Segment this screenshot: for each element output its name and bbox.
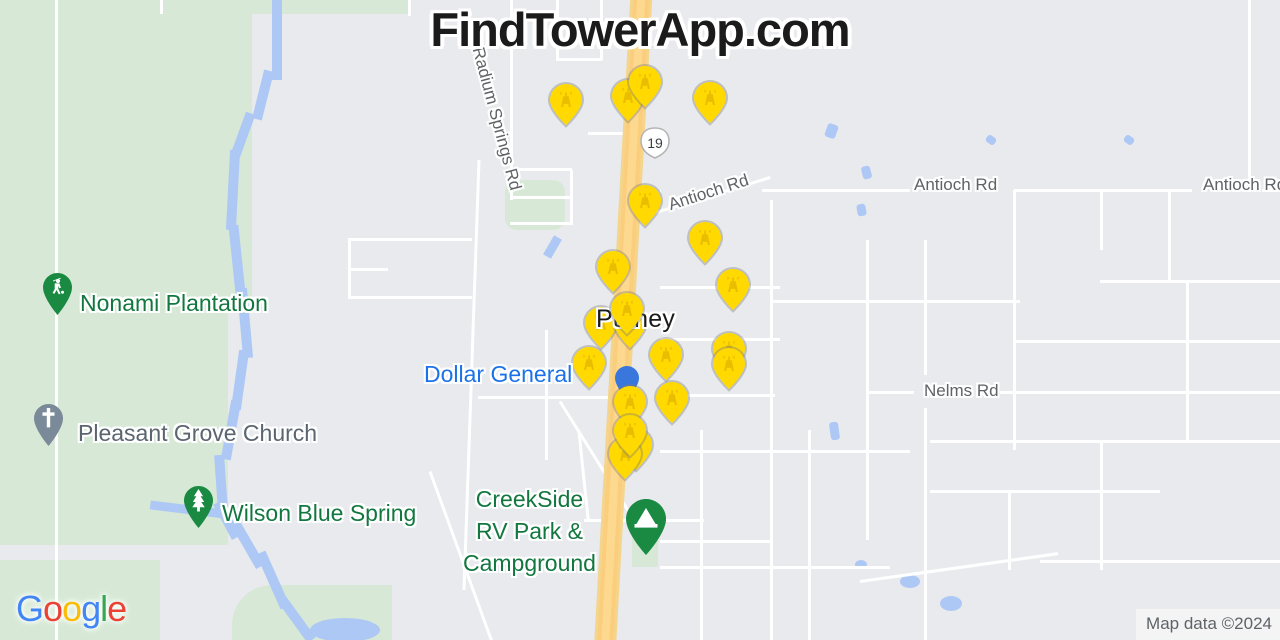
road-horizontal-north-5 bbox=[510, 196, 572, 199]
road-vertical-east-1 bbox=[770, 200, 773, 640]
road-east-vert-s1 bbox=[1008, 490, 1011, 570]
park-icon[interactable] bbox=[183, 485, 214, 529]
cell-tower-marker[interactable] bbox=[685, 219, 725, 266]
cell-tower-marker[interactable] bbox=[646, 336, 686, 383]
water-dot-6 bbox=[828, 421, 841, 441]
water-dot-2 bbox=[860, 165, 873, 180]
road-label-antioch-rd-east: Antioch Rd bbox=[1203, 175, 1280, 194]
road-vertical-east-5 bbox=[1013, 190, 1016, 450]
road-vertical-east-2 bbox=[866, 240, 869, 540]
road-horizontal-north-6 bbox=[510, 222, 572, 225]
river-segment-2 bbox=[252, 69, 274, 121]
google-logo[interactable]: Google bbox=[16, 588, 127, 630]
road-horizontal-north-2 bbox=[348, 268, 388, 271]
road-vertical-east-4 bbox=[924, 408, 927, 640]
road-label-antioch-rd-center: Antioch Rd bbox=[914, 175, 998, 194]
cell-tower-marker[interactable] bbox=[610, 412, 650, 459]
road-horizontal-mid-2 bbox=[770, 300, 1020, 303]
road-horizontal-antioch-2 bbox=[762, 189, 910, 192]
cell-tower-marker[interactable] bbox=[625, 182, 665, 229]
campground-icon[interactable] bbox=[625, 498, 667, 556]
poi-label-wilson-blue-spring[interactable]: Wilson Blue Spring bbox=[222, 500, 416, 527]
water-dot-5 bbox=[856, 203, 867, 217]
highway-shield-19: 19 bbox=[638, 126, 672, 165]
road-vertical-east-6 bbox=[1100, 190, 1103, 250]
water-dot-3 bbox=[984, 133, 998, 147]
cell-tower-marker[interactable] bbox=[625, 63, 665, 110]
poi-label-pleasant-grove-church[interactable]: Pleasant Grove Church bbox=[78, 420, 317, 447]
water-creek-north-center bbox=[543, 235, 562, 259]
road-horizontal-nelms-1 bbox=[866, 391, 914, 394]
road-horizontal-nelms-2 bbox=[1000, 391, 1280, 394]
google-logo-letter-g1: G bbox=[16, 588, 44, 629]
cell-tower-marker[interactable] bbox=[569, 344, 609, 391]
poi-label-nonami-plantation[interactable]: Nonami Plantation bbox=[80, 290, 268, 317]
road-vertical-east-8 bbox=[700, 430, 703, 640]
cell-tower-marker[interactable] bbox=[709, 345, 749, 392]
road-horizontal-south-2 bbox=[660, 566, 890, 569]
cell-tower-marker[interactable] bbox=[607, 290, 647, 337]
cell-tower-marker[interactable] bbox=[546, 81, 586, 128]
cell-tower-marker[interactable] bbox=[652, 379, 692, 426]
water-dot-4 bbox=[1122, 133, 1136, 147]
water-dot-8 bbox=[940, 596, 962, 611]
road-vertical-east-3 bbox=[924, 240, 927, 375]
road-horizontal-antioch-3 bbox=[1014, 189, 1192, 192]
cell-tower-marker[interactable] bbox=[593, 248, 633, 295]
map-canvas[interactable]: 19 FindTowerApp.com Radium Springs Rd An… bbox=[0, 0, 1280, 640]
google-logo-letter-e: e bbox=[107, 588, 127, 629]
road-vertical-far-east-2 bbox=[1186, 280, 1189, 440]
road-horizontal-east-280 bbox=[1100, 280, 1280, 283]
road-horizontal-east-490 bbox=[930, 490, 1160, 493]
road-horizontal-north-3 bbox=[348, 296, 472, 299]
road-horizontal-east-340 bbox=[1014, 340, 1280, 343]
road-label-nelms-rd: Nelms Rd bbox=[924, 381, 999, 400]
road-label-antioch-rd-west: Antioch Rd bbox=[666, 170, 751, 215]
watermark-title: FindTowerApp.com bbox=[430, 3, 850, 56]
google-logo-letter-o2: o bbox=[62, 588, 82, 629]
road-horizontal-center-connector bbox=[478, 396, 628, 399]
golf-icon[interactable] bbox=[42, 272, 73, 316]
road-east-south-2 bbox=[1040, 560, 1280, 563]
water-dot-1 bbox=[823, 122, 840, 140]
road-horizontal-mid-5 bbox=[660, 450, 910, 453]
road-east-vert-s2 bbox=[1100, 440, 1103, 570]
water-pond-southwest bbox=[310, 618, 380, 640]
cell-tower-marker[interactable] bbox=[690, 79, 730, 126]
google-logo-letter-g2: g bbox=[81, 588, 101, 629]
road-horizontal-south-3 bbox=[660, 540, 770, 543]
poi-label-dollar-general[interactable]: Dollar General bbox=[424, 361, 572, 388]
road-vertical-mid-7 bbox=[545, 330, 548, 460]
road-horizontal-north-1 bbox=[348, 238, 472, 241]
svg-text:19: 19 bbox=[647, 135, 663, 151]
google-logo-letter-o1: o bbox=[43, 588, 63, 629]
road-horizontal-east-440 bbox=[930, 440, 1280, 443]
church-icon[interactable] bbox=[33, 403, 64, 447]
road-horizontal-north-7 bbox=[556, 58, 602, 61]
road-vertical-east-7 bbox=[1168, 190, 1171, 280]
vegetation-area-west bbox=[0, 0, 252, 640]
cell-tower-marker[interactable] bbox=[713, 266, 753, 313]
poi-label-creekside-rv-park[interactable]: CreekSide RV Park & Campground bbox=[463, 483, 596, 579]
road-vertical-east-9 bbox=[808, 430, 811, 640]
map-attribution: Map data ©2024 bbox=[1136, 609, 1280, 640]
